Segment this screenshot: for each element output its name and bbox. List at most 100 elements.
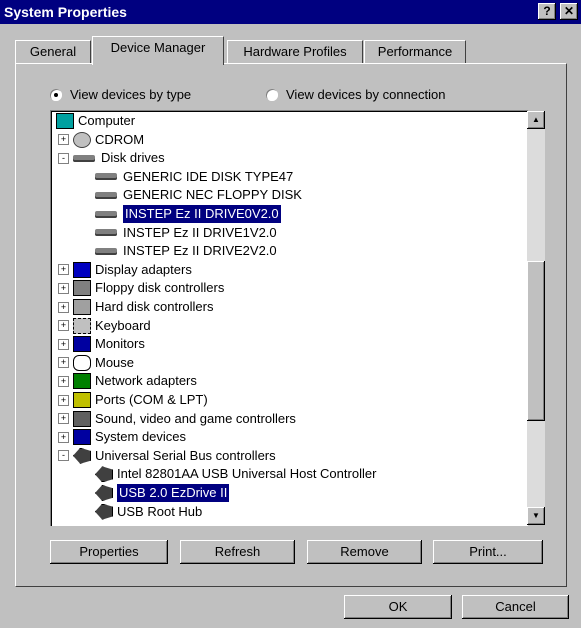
expand-icon[interactable]: + [58,394,69,406]
expand-icon[interactable]: + [58,301,69,313]
scroll-down-button[interactable]: ▼ [527,507,545,525]
tab-hardware-profiles[interactable]: Hardware Profiles [227,40,363,63]
usb-icon [95,485,113,501]
usb-icon [95,466,113,483]
tree-item[interactable]: USB 2.0 EzDrive II [95,483,231,503]
radio-unselected-icon [266,88,278,101]
tree-item-label: Mouse [95,354,135,370]
tree-item[interactable]: - Disk drives [58,149,165,167]
close-button[interactable]: ✕ [560,3,578,20]
system-device-icon [73,429,91,446]
computer-icon [56,113,74,129]
view-by-type-label: View devices by type [70,87,192,102]
sound-icon [73,410,91,427]
tree-item-label: USB Root Hub [117,503,203,519]
expand-icon[interactable]: + [58,431,69,443]
tab-performance[interactable]: Performance [364,40,466,63]
tree-item-label: INSTEP Ez II DRIVE0V2.0 [122,204,282,224]
tree-item-label: Universal Serial Bus controllers [95,447,276,463]
view-by-type-radio[interactable]: View devices by type [50,87,191,102]
window-title: System Properties [4,4,127,20]
tree-item[interactable]: - Universal Serial Bus controllers [58,447,276,465]
expand-icon[interactable]: + [58,357,69,369]
tree-item[interactable]: GENERIC IDE DISK TYPE47 [95,168,293,186]
tree-item[interactable]: GENERIC NEC FLOPPY DISK [95,186,302,204]
disk-drive-icon [95,247,117,255]
help-button[interactable]: ? [538,3,556,20]
tree-item[interactable]: + Display adapters [58,261,192,279]
disk-drive-icon [95,191,117,199]
tree-item[interactable]: + Monitors [58,335,145,353]
disk-drive-icon [95,173,117,181]
properties-button[interactable]: Properties [50,540,168,564]
vertical-scrollbar[interactable]: ▲ ▼ [527,111,545,525]
tree-item[interactable]: INSTEP Ez II DRIVE2V2.0 [95,242,277,260]
mouse-icon [73,354,91,371]
tree-item-label: Floppy disk controllers [95,280,225,296]
tree-item[interactable]: USB Root Hub [95,503,202,521]
tree-item[interactable]: INSTEP Ez II DRIVE0V2.0 [95,204,282,224]
disk-drive-icon [95,229,117,237]
cancel-button[interactable]: Cancel [462,595,569,619]
title-bar[interactable]: System Properties ? ✕ [0,0,581,24]
tree-item[interactable]: INSTEP Ez II DRIVE1V2.0 [95,224,277,242]
radio-selected-icon [50,88,62,101]
expand-icon[interactable]: + [58,282,69,294]
tree-item[interactable]: + Floppy disk controllers [58,279,224,297]
expand-icon[interactable]: + [58,338,69,350]
tree-item[interactable]: + Ports (COM & LPT) [58,391,208,409]
tree-item-label: Intel 82801AA USB Universal Host Control… [117,466,377,482]
tree-item[interactable]: Computer [56,112,135,130]
tree-item[interactable]: + System devices [58,428,186,446]
expand-icon[interactable]: + [58,375,69,387]
expand-icon[interactable]: + [58,413,69,425]
tree-item-label: Disk drives [101,150,165,166]
print-button[interactable]: Print... [433,540,543,564]
cdrom-icon [73,131,91,148]
tree-item-label: INSTEP Ez II DRIVE2V2.0 [123,243,277,259]
usb-icon [95,503,113,520]
scroll-thumb[interactable] [527,261,545,421]
tree-item[interactable]: + Mouse [58,354,134,372]
tree-item[interactable]: Intel 82801AA USB Universal Host Control… [95,465,376,483]
device-tree[interactable]: Computer + CDROM - Disk drives GENERIC IDE DI… [50,110,528,526]
tree-item-label: Monitors [95,336,145,352]
tree-item[interactable]: + Network adapters [58,372,197,390]
tree-item-label: Computer [78,113,136,128]
refresh-button[interactable]: Refresh [180,540,295,564]
tab-general[interactable]: General [15,40,91,63]
tree-item-label: System devices [95,429,187,445]
usb-icon [73,447,91,464]
monitor-icon [73,336,91,353]
tree-item[interactable]: + Hard disk controllers [58,298,214,316]
floppy-controller-icon [73,280,91,297]
tree-item-label: Display adapters [95,261,192,277]
expand-icon[interactable]: + [58,320,69,332]
scroll-up-button[interactable]: ▲ [527,111,545,129]
system-properties-window: System Properties ? ✕ General Device Man… [0,0,581,628]
tab-device-manager[interactable]: Device Manager [92,36,224,65]
keyboard-icon [73,317,91,334]
network-adapter-icon [73,373,91,390]
tree-item[interactable]: + Sound, video and game controllers [58,410,296,428]
expand-icon[interactable]: + [58,134,69,146]
remove-button[interactable]: Remove [307,540,422,564]
tree-item-label: Network adapters [95,373,197,389]
expand-icon[interactable]: + [58,264,69,276]
ok-button[interactable]: OK [344,595,452,619]
tree-item[interactable]: + CDROM [58,131,144,149]
tree-item-label: GENERIC NEC FLOPPY DISK [123,187,302,203]
tree-item-label: USB 2.0 EzDrive II [115,483,231,503]
tree-item[interactable]: + Keyboard [58,317,151,335]
tree-item-label: Hard disk controllers [95,299,214,314]
collapse-icon[interactable]: - [58,152,69,164]
disk-drive-icon [73,154,95,162]
view-by-connection-label: View devices by connection [286,87,446,102]
hard-disk-controller-icon [73,299,91,315]
port-icon [73,392,91,408]
collapse-icon[interactable]: - [58,450,69,462]
tree-item-label: INSTEP Ez II DRIVE1V2.0 [123,224,277,240]
tree-item-label: Keyboard [95,317,151,333]
view-by-connection-radio[interactable]: View devices by connection [266,87,445,102]
disk-drive-icon [95,210,117,218]
